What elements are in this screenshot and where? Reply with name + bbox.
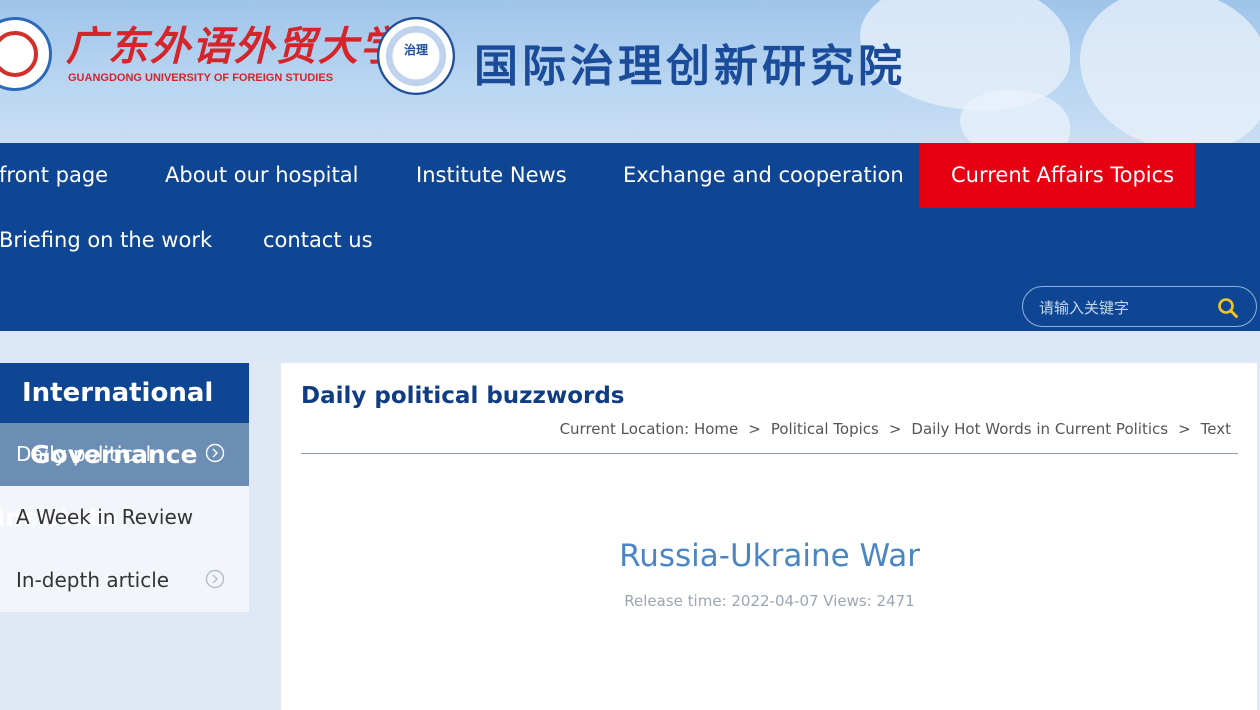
nav-item-about[interactable]: About our hospital [165,143,358,208]
sidebar-item-label: In-depth article [16,568,170,592]
nav-item-contact[interactable]: contact us [263,208,373,273]
institute-logo-text: 治理 [403,43,428,57]
article-title: Russia-Ukraine War [619,538,920,574]
world-map-decoration [1080,0,1260,143]
chevron-right-icon [205,443,225,463]
breadcrumb-separator: > [888,420,902,438]
university-logo-icon[interactable] [0,17,52,91]
sidebar-title: International [0,363,249,423]
university-name-en: GUANGDONG UNIVERSITY OF FOREIGN STUDIES [68,72,334,84]
nav-item-institute-news[interactable]: Institute News [416,143,567,208]
search-icon[interactable] [1217,297,1239,319]
sidebar-item-in-depth[interactable]: In-depth article [0,549,249,612]
title-divider [301,453,1238,454]
article-meta: Release time: 2022-04-07 Views: 2471 [624,592,915,610]
world-map-decoration [960,90,1070,143]
page-title: Daily political buzzwords [301,383,625,409]
sidebar-item-daily-political[interactable]: Daily political Governance [0,423,249,486]
search-input[interactable] [1037,295,1216,321]
sidebar-item-week-review[interactable]: Institute A Week in Review [0,486,249,549]
nav-item-briefing[interactable]: Briefing on the work [0,208,212,273]
breadcrumb-separator: > [748,420,761,438]
main-content: Daily political buzzwords Current Locati… [280,363,1257,710]
search-box [1022,286,1257,327]
breadcrumb-text: Text [1200,420,1231,438]
breadcrumb-home[interactable]: Home [694,420,738,438]
sidebar-item-label: A Week in Review [16,505,194,529]
institute-name-cn[interactable]: 国际治理创新研究院 [474,30,906,94]
breadcrumb: Current Location: Home > Political Topics >… [560,420,1231,438]
site-header: 广东外语外贸大学 GUANGDONG UNIVERSITY OF FOREIGN… [0,0,1260,143]
nav-item-current-affairs[interactable]: Current Affairs Topics [919,143,1195,208]
background-band [0,331,1260,361]
sidebar-item-label: Daily political [16,442,152,466]
sidebar: International Daily political Governance… [0,363,249,612]
breadcrumb-political-topics[interactable]: Political Topics [771,420,879,438]
breadcrumb-prefix: Current Location: [559,420,690,438]
breadcrumb-separator: > [1178,420,1191,438]
chevron-right-icon [205,569,225,589]
nav-item-exchange[interactable]: Exchange and cooperation [623,143,904,208]
institute-logo-icon[interactable]: 治理 [377,17,455,95]
breadcrumb-daily-hot-words[interactable]: Daily Hot Words in Current Politics [911,420,1168,438]
nav-item-front-page[interactable]: front page [0,143,108,208]
sidebar-menu: Daily political Governance Institute A W… [0,423,249,612]
university-name-cn[interactable]: 广东外语外贸大学 [66,14,402,72]
